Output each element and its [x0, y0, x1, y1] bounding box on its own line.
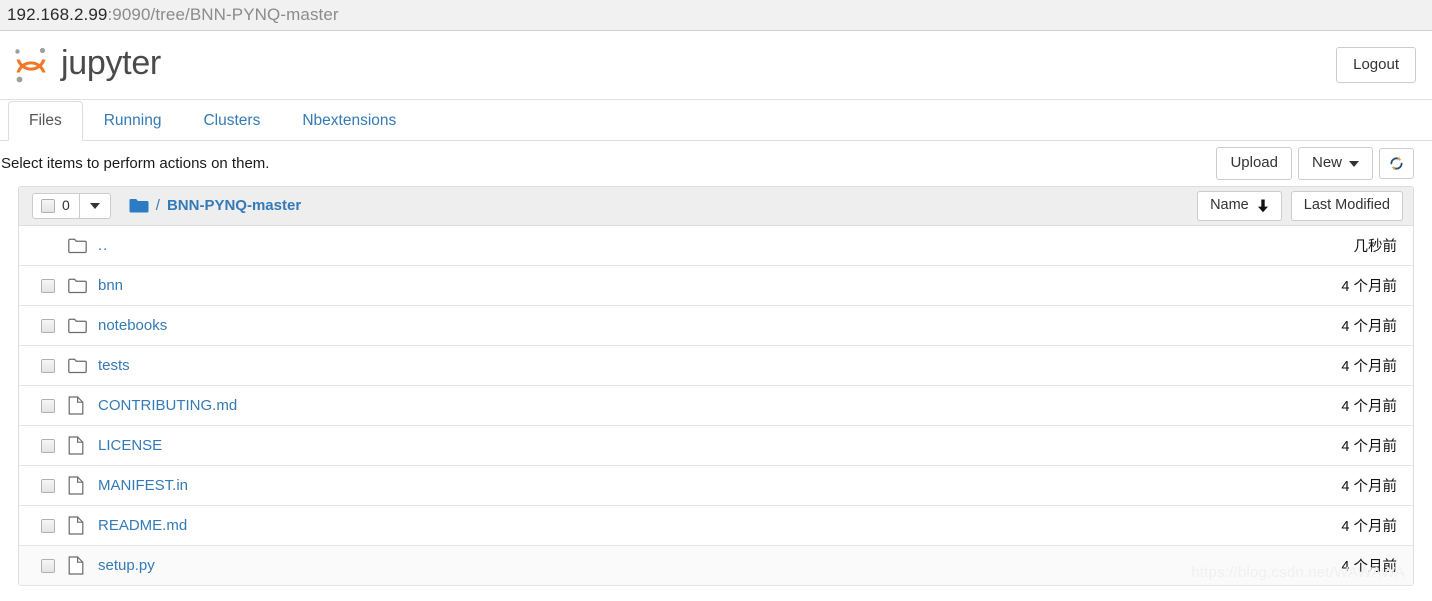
sort-by-modified-button[interactable]: Last Modified	[1290, 191, 1403, 221]
checkbox-icon[interactable]	[41, 398, 55, 413]
table-row[interactable]: tests 4 个月前	[19, 346, 1413, 386]
file-icon	[68, 556, 98, 575]
sort-controls: Name Last Modified	[1197, 191, 1403, 221]
folder-outline-icon	[68, 238, 98, 254]
breadcrumb-separator: /	[155, 197, 160, 215]
row-item-name[interactable]: notebooks	[98, 317, 1341, 334]
row-modified-time: 4 个月前	[1341, 319, 1397, 335]
checkbox-icon[interactable]	[41, 478, 55, 493]
file-icon	[68, 396, 98, 415]
row-checkbox-cell[interactable]	[32, 398, 68, 413]
file-list-header-left: 0 / BNN-PYNQ-master	[32, 193, 301, 219]
main-tab-bar: Files Running Clusters Nbextensions	[0, 100, 1432, 141]
folder-outline-icon	[68, 358, 98, 374]
checkbox-icon[interactable]	[41, 278, 55, 293]
row-item-name[interactable]: LICENSE	[98, 437, 1341, 454]
checkbox-icon[interactable]	[41, 518, 55, 533]
toolbar-buttons: Upload New	[1216, 147, 1414, 180]
table-row[interactable]: .. 几秒前	[19, 226, 1413, 266]
jupyter-logo-icon	[8, 42, 54, 88]
folder-outline-icon	[68, 318, 98, 334]
row-item-name[interactable]: bnn	[98, 277, 1341, 294]
table-row[interactable]: README.md 4 个月前	[19, 506, 1413, 546]
tab-files[interactable]: Files	[8, 101, 83, 141]
browser-url-bar[interactable]: 192.168.2.99:9090/tree/BNN-PYNQ-master	[0, 0, 1432, 31]
checkbox-icon[interactable]	[41, 558, 55, 573]
row-item-name[interactable]: tests	[98, 357, 1341, 374]
action-toolbar: Select items to perform actions on them.…	[0, 141, 1432, 186]
sort-name-label: Name	[1210, 197, 1249, 214]
select-items-hint: Select items to perform actions on them.	[1, 155, 270, 172]
jupyter-brand[interactable]: jupyter	[8, 42, 161, 88]
new-button[interactable]: New	[1297, 147, 1373, 180]
row-checkbox-cell[interactable]	[32, 558, 68, 573]
row-checkbox-cell[interactable]	[32, 358, 68, 373]
folder-outline-icon	[68, 278, 98, 294]
checkbox-icon[interactable]	[41, 358, 55, 373]
table-row[interactable]: bnn 4 个月前	[19, 266, 1413, 306]
caret-down-icon	[89, 202, 100, 209]
row-checkbox-cell[interactable]	[32, 438, 68, 453]
tab-running[interactable]: Running	[83, 101, 183, 141]
row-checkbox-cell[interactable]	[32, 318, 68, 333]
row-item-name[interactable]: CONTRIBUTING.md	[98, 397, 1341, 414]
table-row[interactable]: CONTRIBUTING.md 4 个月前	[19, 386, 1413, 426]
table-row[interactable]: setup.py 4 个月前	[19, 546, 1413, 586]
file-icon	[68, 516, 98, 535]
table-row[interactable]: LICENSE 4 个月前	[19, 426, 1413, 466]
row-modified-time: 4 个月前	[1341, 399, 1397, 415]
file-icon	[68, 436, 98, 455]
row-item-name[interactable]: MANIFEST.in	[98, 477, 1341, 494]
new-button-label: New	[1311, 154, 1342, 172]
arrow-down-icon	[1257, 199, 1269, 213]
select-all-dropdown-button[interactable]	[78, 193, 111, 219]
breadcrumb: / BNN-PYNQ-master	[129, 197, 301, 214]
table-row[interactable]: notebooks 4 个月前	[19, 306, 1413, 346]
select-all-group: 0	[32, 193, 111, 219]
row-item-name[interactable]: setup.py	[98, 557, 1341, 574]
row-modified-time: 4 个月前	[1341, 439, 1397, 455]
refresh-button[interactable]	[1379, 148, 1414, 179]
row-modified-time: 4 个月前	[1341, 559, 1397, 575]
row-modified-time: 4 个月前	[1341, 359, 1397, 375]
caret-down-icon	[1349, 160, 1359, 167]
upload-button[interactable]: Upload	[1216, 147, 1292, 180]
select-all-checkbox[interactable]: 0	[32, 193, 80, 219]
row-modified-time: 几秒前	[1353, 239, 1398, 255]
breadcrumb-current-folder[interactable]: BNN-PYNQ-master	[167, 197, 301, 214]
jupyter-wordmark: jupyter	[61, 44, 161, 82]
row-checkbox-cell[interactable]	[32, 518, 68, 533]
sort-by-name-button[interactable]: Name	[1197, 191, 1282, 221]
file-rows: .. 几秒前 bnn 4 个月前 notebooks 4 个月前 tests 4 个月前 CON…	[19, 226, 1413, 586]
row-checkbox-cell[interactable]	[32, 478, 68, 493]
row-modified-time: 4 个月前	[1341, 479, 1397, 495]
app-header: jupyter Logout	[0, 31, 1432, 100]
file-list: 0 / BNN-PYNQ-master Name Last Modified .…	[18, 186, 1414, 586]
file-icon	[68, 476, 98, 495]
row-modified-time: 4 个月前	[1341, 279, 1397, 295]
row-checkbox-cell[interactable]	[32, 278, 68, 293]
folder-icon[interactable]	[129, 198, 149, 214]
refresh-icon	[1388, 155, 1405, 172]
tab-nbextensions[interactable]: Nbextensions	[281, 101, 417, 141]
selected-count: 0	[62, 197, 70, 214]
file-list-header: 0 / BNN-PYNQ-master Name Last Modified	[19, 187, 1413, 226]
checkbox-icon[interactable]	[41, 438, 55, 453]
row-item-name[interactable]: README.md	[98, 517, 1341, 534]
checkbox-icon	[41, 198, 55, 213]
table-row[interactable]: MANIFEST.in 4 个月前	[19, 466, 1413, 506]
row-item-name[interactable]: ..	[98, 237, 1354, 254]
logout-button[interactable]: Logout	[1336, 46, 1416, 84]
checkbox-icon[interactable]	[41, 318, 55, 333]
row-modified-time: 4 个月前	[1341, 519, 1397, 535]
url-path: :9090/tree/BNN-PYNQ-master	[107, 5, 339, 24]
tab-clusters[interactable]: Clusters	[182, 101, 281, 141]
url-host: 192.168.2.99	[7, 5, 108, 24]
